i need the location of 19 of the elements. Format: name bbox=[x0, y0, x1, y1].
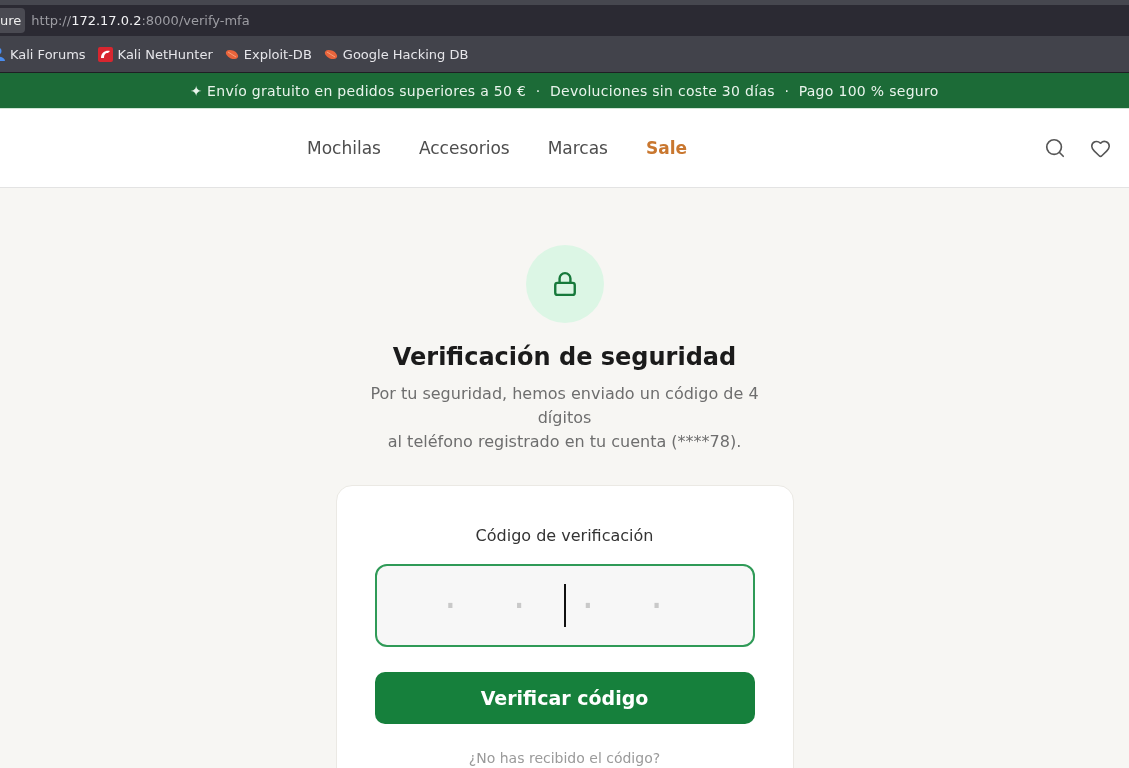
bookmark-link[interactable]: Kali NetHunter bbox=[97, 46, 213, 62]
bug-icon bbox=[224, 48, 239, 60]
bug-icon bbox=[323, 48, 338, 60]
site-info-button[interactable]: ure bbox=[0, 8, 26, 33]
page-title: Verificación de seguridad bbox=[392, 342, 737, 372]
verify-button[interactable]: Verificar código bbox=[374, 672, 755, 724]
bookmark-link[interactable]: Google Hacking DB bbox=[323, 46, 469, 62]
bookmark-link[interactable]: Kali Forums bbox=[0, 46, 86, 62]
nav-link[interactable]: Mochilas bbox=[307, 138, 381, 158]
field-label: Código de verificación bbox=[474, 525, 655, 547]
bookmark-link[interactable]: Exploit-DB bbox=[224, 46, 312, 62]
url-text[interactable]: http://172.17.0.2:8000/verify-mfa bbox=[31, 13, 250, 28]
search-icon[interactable] bbox=[1044, 137, 1066, 159]
logo-icon bbox=[97, 46, 113, 62]
instruction-text: Por tu seguridad, hemos enviado un código de 4 dígitos al teléfono registrado en tu cuenta (****78). bbox=[369, 383, 760, 453]
announcement-text: ✦ Envío gratuito en pedidos superiores a 50 € · Devoluciones sin coste 30 días · Pago 100 % seguro bbox=[190, 82, 939, 99]
person-icon bbox=[0, 47, 5, 61]
nav-link[interactable]: Accesorios bbox=[418, 138, 510, 158]
nav-link[interactable]: Marcas bbox=[547, 138, 608, 158]
